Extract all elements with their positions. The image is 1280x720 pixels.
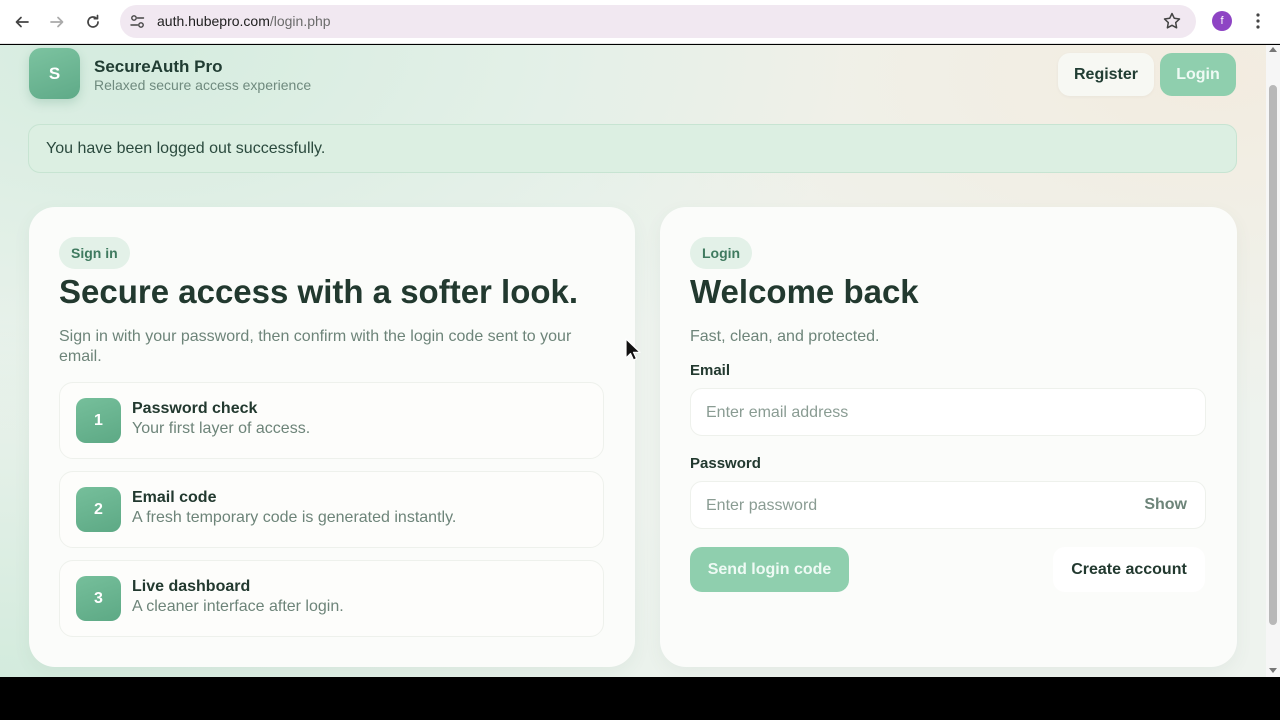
scroll-down-arrow-icon[interactable] [1269,668,1277,673]
step-description: Your first layer of access. [132,420,311,437]
step-title: Live dashboard [132,578,251,595]
register-button[interactable]: Register [1058,53,1154,96]
page-scrollbar[interactable] [1266,45,1280,677]
forward-button[interactable] [43,8,71,36]
sign-in-chip: Sign in [59,237,130,269]
reload-button[interactable] [79,8,107,36]
step-item: 2 Email code A fresh temporary code is g… [59,471,604,548]
site-settings-icon[interactable] [129,13,146,30]
email-field-box [690,388,1206,436]
arrow-left-icon [15,16,29,28]
brand-subtitle: Relaxed secure access experience [94,77,312,93]
screen-bottom-bar [0,677,1280,720]
url-host: auth.hubepro.com [157,13,270,29]
info-heading: Secure access with a softer look. [59,273,579,310]
brand-title: SecureAuth Pro [94,57,223,76]
url-text: auth.hubepro.com/login.php [157,13,331,29]
login-lead: Fast, clean, and protected. [690,328,880,345]
step-item: 3 Live dashboard A cleaner interface aft… [59,560,604,637]
show-password-button[interactable]: Show [1144,496,1187,514]
scrollbar-thumb[interactable] [1269,85,1277,625]
login-card: Login Welcome back Fast, clean, and prot… [660,207,1237,667]
browser-toolbar: auth.hubepro.com/login.php f [0,0,1280,44]
reload-icon [87,14,99,28]
arrow-right-icon [50,16,64,28]
bookmark-star-icon[interactable] [1162,11,1182,31]
step-title: Password check [132,400,258,417]
info-lead: Sign in with your password, then confirm… [59,328,572,365]
password-input[interactable] [706,495,1126,517]
send-login-code-button[interactable]: Send login code [690,547,849,592]
back-button[interactable] [8,8,36,36]
url-path: /login.php [269,13,331,29]
brand-logo: S [29,48,80,99]
info-card: Sign in Secure access with a softer look… [29,207,635,667]
login-chip: Login [690,237,753,269]
login-nav-button[interactable]: Login [1160,53,1236,96]
step-number: 3 [76,576,121,621]
step-description: A cleaner interface after login. [132,598,344,615]
password-label: Password [690,455,761,472]
logout-success-alert: You have been logged out successfully. [28,124,1237,173]
address-bar[interactable]: auth.hubepro.com/login.php [120,5,1196,38]
step-number: 2 [76,487,121,532]
step-item: 1 Password check Your first layer of acc… [59,382,604,459]
login-heading: Welcome back [690,273,919,310]
step-title: Email code [132,489,217,506]
scroll-up-arrow-icon[interactable] [1269,47,1277,52]
profile-avatar[interactable]: f [1212,11,1232,31]
create-account-button[interactable]: Create account [1053,547,1205,592]
email-label: Email [690,362,731,379]
password-field-box: Show [690,481,1206,529]
step-description: A fresh temporary code is generated inst… [132,509,457,526]
email-input[interactable] [706,402,1126,424]
more-menu-icon[interactable] [1250,11,1266,31]
step-number: 1 [76,398,121,443]
alert-message: You have been logged out successfully. [46,139,326,157]
mouse-pointer-icon [625,338,641,361]
